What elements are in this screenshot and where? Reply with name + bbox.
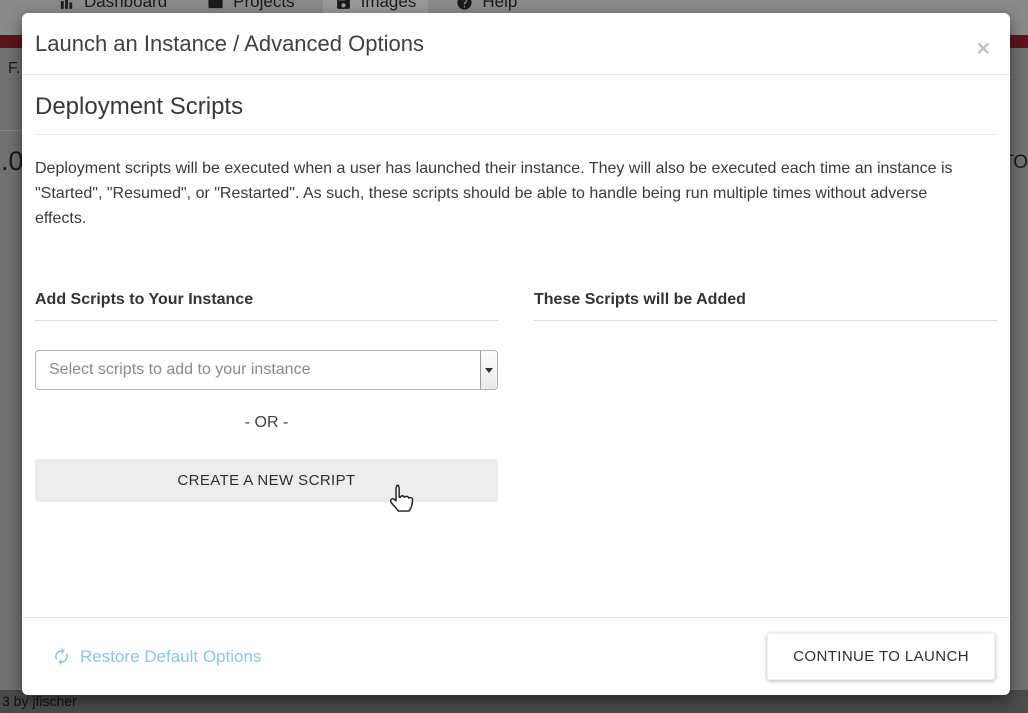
- modal-title: Launch an Instance / Advanced Options: [35, 29, 997, 59]
- modal-header: Launch an Instance / Advanced Options ×: [22, 13, 1010, 75]
- add-scripts-column: Add Scripts to Your Instance Select scri…: [35, 291, 498, 502]
- scripts-columns: Add Scripts to Your Instance Select scri…: [35, 291, 997, 502]
- or-divider: - OR -: [35, 414, 498, 432]
- script-select[interactable]: Select scripts to add to your instance: [35, 350, 498, 390]
- added-scripts-heading: These Scripts will be Added: [534, 291, 997, 321]
- deployment-scripts-description: Deployment scripts will be executed when…: [35, 156, 983, 231]
- continue-to-launch-button[interactable]: CONTINUE TO LAUNCH: [767, 633, 995, 680]
- sync-icon: [52, 647, 71, 666]
- script-select-placeholder: Select scripts to add to your instance: [49, 361, 310, 379]
- launch-instance-advanced-options-modal: Launch an Instance / Advanced Options × …: [22, 13, 1010, 695]
- chevron-down-icon[interactable]: [480, 351, 497, 389]
- screen: Dashboard Projects Images Help F.: [0, 0, 1028, 713]
- restore-default-options-label: Restore Default Options: [80, 647, 261, 667]
- create-script-button-wrap: CREATE A NEW SCRIPT: [35, 459, 498, 502]
- restore-default-options-link[interactable]: Restore Default Options: [52, 647, 261, 667]
- deployment-scripts-heading: Deployment Scripts: [35, 91, 997, 135]
- add-scripts-heading: Add Scripts to Your Instance: [35, 291, 498, 321]
- create-new-script-button[interactable]: CREATE A NEW SCRIPT: [35, 459, 498, 502]
- modal-body: Deployment Scripts Deployment scripts wi…: [22, 75, 1010, 502]
- close-icon[interactable]: ×: [977, 37, 990, 60]
- added-scripts-column: These Scripts will be Added: [534, 291, 997, 502]
- modal-footer: Restore Default Options CONTINUE TO LAUN…: [22, 617, 1010, 695]
